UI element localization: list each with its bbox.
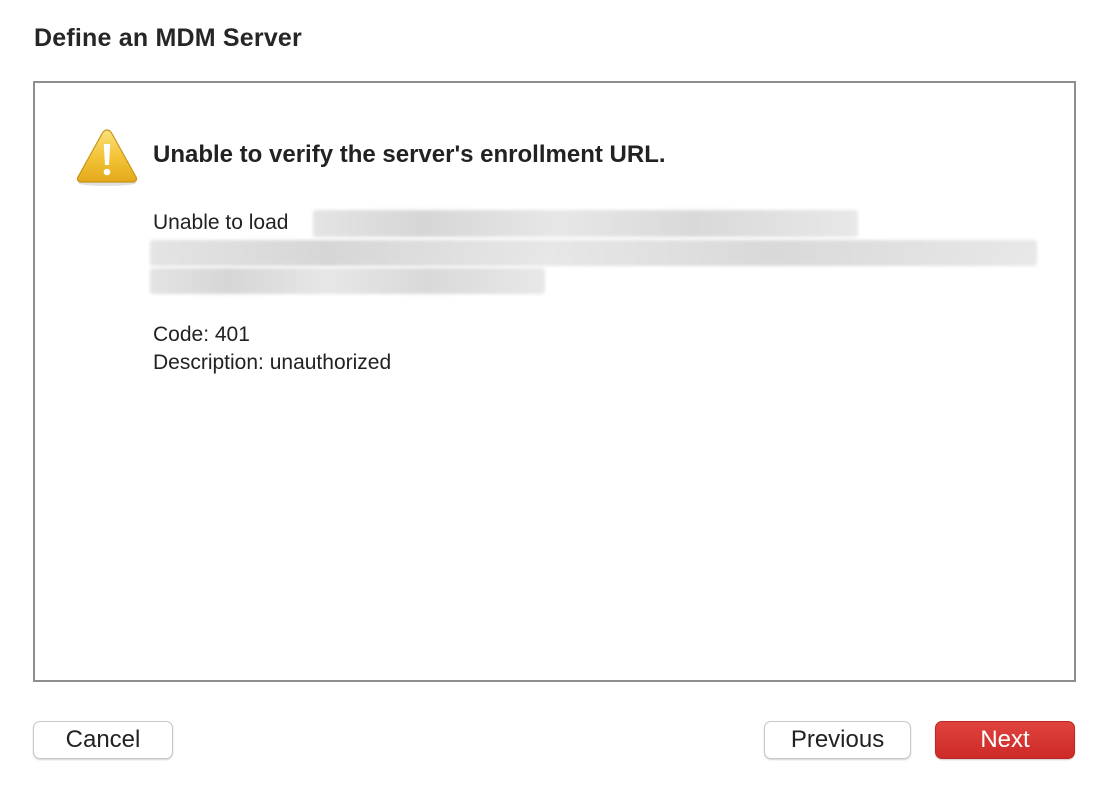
previous-button[interactable]: Previous — [764, 721, 911, 759]
redacted-url-line-3 — [150, 268, 545, 294]
cancel-button[interactable]: Cancel — [33, 721, 173, 759]
error-description: Description: unauthorized — [153, 351, 392, 374]
dialog-title: Define an MDM Server — [34, 24, 302, 52]
warning-icon — [76, 129, 138, 186]
redacted-url-line-1 — [313, 210, 858, 237]
error-code: Code: 401 — [153, 323, 250, 346]
alert-title: Unable to verify the server's enrollment… — [153, 141, 666, 168]
redacted-url-line-2 — [150, 240, 1037, 266]
load-error-label: Unable to load — [153, 211, 289, 234]
next-button[interactable]: Next — [935, 721, 1075, 759]
alert-content-panel: Unable to verify the server's enrollment… — [33, 81, 1076, 682]
